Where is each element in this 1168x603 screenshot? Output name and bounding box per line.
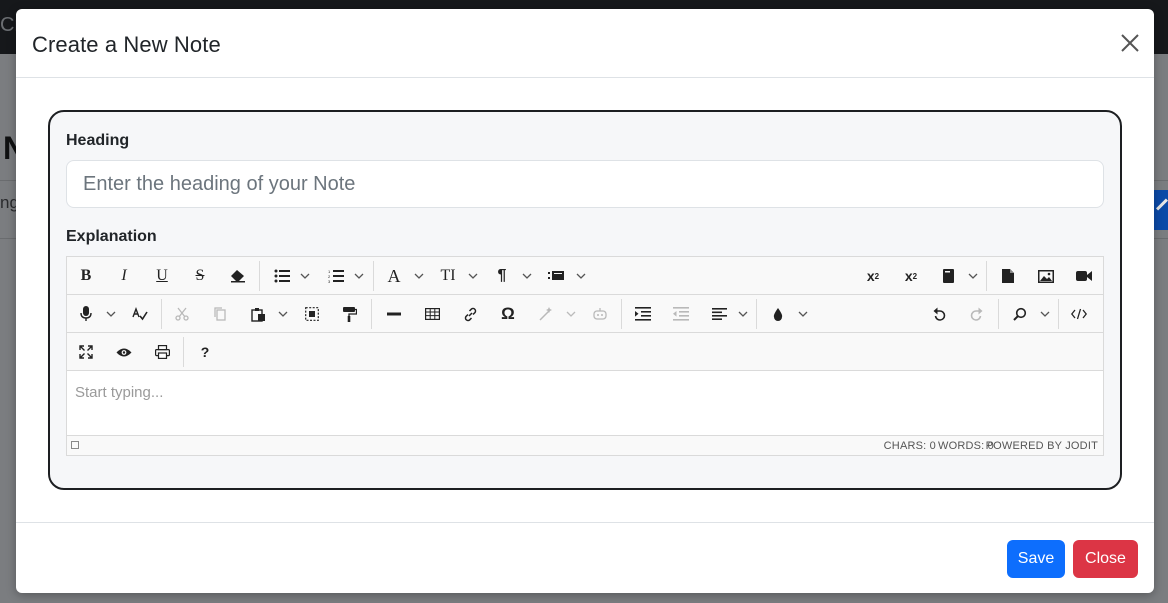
copy-format-icon[interactable] [339, 301, 361, 327]
paste-icon[interactable] [247, 301, 269, 327]
outdent-icon[interactable] [670, 301, 692, 327]
modal-title: Create a New Note [32, 32, 221, 57]
source-code-icon[interactable] [1068, 301, 1090, 327]
file-icon[interactable] [938, 263, 960, 289]
brush-icon[interactable] [767, 301, 789, 327]
indent-icon[interactable] [632, 301, 654, 327]
editor-toolbar: B I U S 123 A TI ¶ x 2 x 2 Ω ? [67, 257, 1103, 371]
modal-footer: Save Close [16, 522, 1154, 593]
chevron-down-icon[interactable] [1039, 301, 1051, 327]
background-edit-button [1152, 190, 1168, 230]
chevron-down-icon[interactable] [737, 301, 749, 327]
close-button[interactable]: Close [1073, 540, 1138, 578]
spellcheck-icon[interactable] [129, 301, 151, 327]
editor-content[interactable]: Start typing... [67, 372, 1103, 435]
search-icon[interactable] [1009, 301, 1031, 327]
strikethrough-icon[interactable]: S [189, 263, 211, 289]
heading-label: Heading [66, 132, 130, 149]
table-icon[interactable] [421, 301, 443, 327]
underline-icon[interactable]: U [151, 263, 173, 289]
toolbar-separator [371, 299, 372, 329]
resize-handle-icon[interactable] [71, 441, 79, 449]
chevron-down-icon[interactable] [521, 263, 533, 289]
rich-text-editor: B I U S 123 A TI ¶ x 2 x 2 Ω ? Start typ… [66, 256, 1104, 456]
superscript-icon[interactable]: x2 [862, 263, 884, 289]
toolbar-separator [998, 299, 999, 329]
explanation-label: Explanation [66, 228, 157, 245]
toolbar-separator [183, 337, 184, 367]
toolbar-separator [259, 261, 260, 291]
undo-icon[interactable] [928, 301, 950, 327]
copy-icon[interactable] [209, 301, 231, 327]
select-all-icon[interactable] [301, 301, 323, 327]
image-icon[interactable] [1035, 263, 1057, 289]
chevron-down-icon[interactable] [413, 263, 425, 289]
chevron-down-icon[interactable] [967, 263, 979, 289]
chevron-down-icon[interactable] [575, 263, 587, 289]
paragraph-icon[interactable]: ¶ [491, 263, 513, 289]
chevron-down-icon[interactable] [565, 301, 577, 327]
heading-input[interactable] [66, 160, 1104, 208]
bold-icon[interactable]: B [75, 263, 97, 289]
chevron-down-icon[interactable] [797, 301, 809, 327]
file-upload-icon[interactable] [997, 263, 1019, 289]
video-icon[interactable] [1073, 263, 1095, 289]
eraser-icon[interactable] [227, 263, 249, 289]
link-icon[interactable] [459, 301, 481, 327]
redo-icon[interactable] [966, 301, 988, 327]
ordered-list-icon[interactable]: 123 [325, 263, 347, 289]
chars-count: CHARS: 0 [883, 440, 936, 452]
modal-header: Create a New Note [16, 9, 1154, 78]
unordered-list-icon[interactable] [271, 263, 293, 289]
chevron-down-icon[interactable] [277, 301, 289, 327]
chevron-down-icon[interactable] [353, 263, 365, 289]
editor-statusbar: CHARS: 0 WORDS: 0 POWERED BY JODIT [67, 435, 1103, 455]
toolbar-separator [1058, 299, 1059, 329]
close-icon[interactable] [1118, 31, 1142, 55]
toolbar-separator [986, 261, 987, 291]
italic-icon[interactable]: I [113, 263, 135, 289]
font-size-icon[interactable]: TI [437, 263, 459, 289]
preview-icon[interactable] [113, 339, 135, 365]
toolbar-separator [756, 299, 757, 329]
modal-body: Heading Explanation B I U S [16, 78, 1154, 522]
toolbar-separator [373, 261, 374, 291]
font-icon[interactable]: A [383, 263, 405, 289]
symbols-icon[interactable]: Ω [497, 301, 519, 327]
classes-icon[interactable] [545, 263, 567, 289]
chevron-down-icon[interactable] [467, 263, 479, 289]
fullsize-icon[interactable] [75, 339, 97, 365]
toolbar-row: Ω [67, 295, 1103, 333]
ai-assistant-icon[interactable] [589, 301, 611, 327]
about-icon[interactable]: ? [194, 339, 216, 365]
toolbar-row: ? [67, 333, 1103, 371]
microphone-icon[interactable] [75, 301, 97, 327]
powered-by-link[interactable]: POWERED BY JODIT [986, 440, 1098, 452]
editor-placeholder: Start typing... [75, 384, 164, 401]
align-icon[interactable] [708, 301, 730, 327]
horizontal-rule-icon[interactable] [383, 301, 405, 327]
ai-commands-icon[interactable] [535, 301, 557, 327]
svg-text:3: 3 [328, 279, 331, 283]
toolbar-row: B I U S 123 A TI ¶ x 2 x 2 [67, 257, 1103, 295]
create-note-modal: Create a New Note Heading Explanation B … [16, 9, 1154, 593]
cut-icon[interactable] [171, 301, 193, 327]
toolbar-separator [621, 299, 622, 329]
print-icon[interactable] [151, 339, 173, 365]
note-form: Heading Explanation B I U S [48, 110, 1122, 490]
toolbar-separator [161, 299, 162, 329]
save-button[interactable]: Save [1007, 540, 1065, 578]
subscript-icon[interactable]: x2 [900, 263, 922, 289]
chevron-down-icon[interactable] [105, 301, 117, 327]
chevron-down-icon[interactable] [299, 263, 311, 289]
